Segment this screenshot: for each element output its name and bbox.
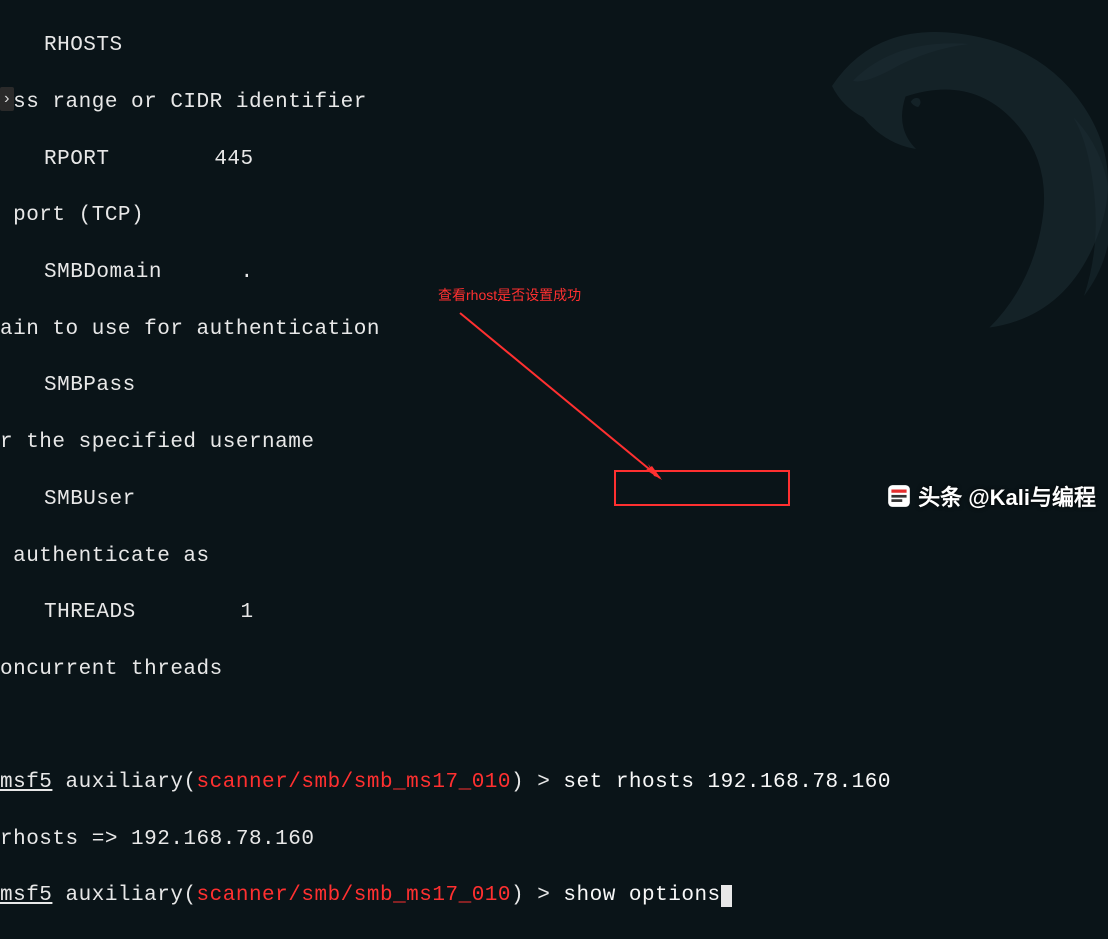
terminal-cursor [721, 885, 732, 907]
option-threads: THREADS 1 [0, 599, 1108, 627]
option-smbdomain: SMBDomain . [0, 259, 1108, 287]
option-smbpass: SMBPass [0, 372, 1108, 400]
terminal-output: RHOSTS ess range or CIDR identifier RPOR… [0, 0, 1108, 939]
module-path: scanner/smb/smb_ms17_010 [197, 771, 511, 794]
desc-rhosts: ess range or CIDR identifier [0, 89, 1108, 117]
command-show-options: show options [563, 884, 720, 907]
desc-threads: oncurrent threads [0, 656, 1108, 684]
desc-smbdomain: ain to use for authentication [0, 316, 1108, 344]
option-rport: RPORT 445 [0, 146, 1108, 174]
annotation-text: 查看rhost是否设置成功 [438, 285, 581, 305]
desc-rport: port (TCP) [0, 202, 1108, 230]
watermark: 头条 @Kali与编程 [886, 480, 1096, 512]
option-rhosts: RHOSTS [0, 32, 1108, 60]
prompt-suffix: ) > [511, 771, 563, 794]
desc-smbpass: r the specified username [0, 429, 1108, 457]
msf-prompt: msf5 [0, 771, 52, 794]
aux-text: auxiliary( [52, 771, 196, 794]
watermark-text: 头条 @Kali与编程 [918, 480, 1096, 512]
prompt-suffix: ) > [511, 884, 563, 907]
side-expand-arrow[interactable]: › [0, 87, 14, 111]
toutiao-icon [886, 483, 912, 509]
prompt-line-1: msf5 auxiliary(scanner/smb/smb_ms17_010)… [0, 769, 1108, 797]
command-set-rhosts: set rhosts 192.168.78.160 [563, 771, 891, 794]
module-path: scanner/smb/smb_ms17_010 [197, 884, 511, 907]
prompt-line-2[interactable]: msf5 auxiliary(scanner/smb/smb_ms17_010)… [0, 882, 1108, 910]
desc-smbuser: authenticate as [0, 543, 1108, 571]
msf-prompt: msf5 [0, 884, 52, 907]
aux-text: auxiliary( [52, 884, 196, 907]
rhosts-result: rhosts => 192.168.78.160 [0, 826, 1108, 854]
